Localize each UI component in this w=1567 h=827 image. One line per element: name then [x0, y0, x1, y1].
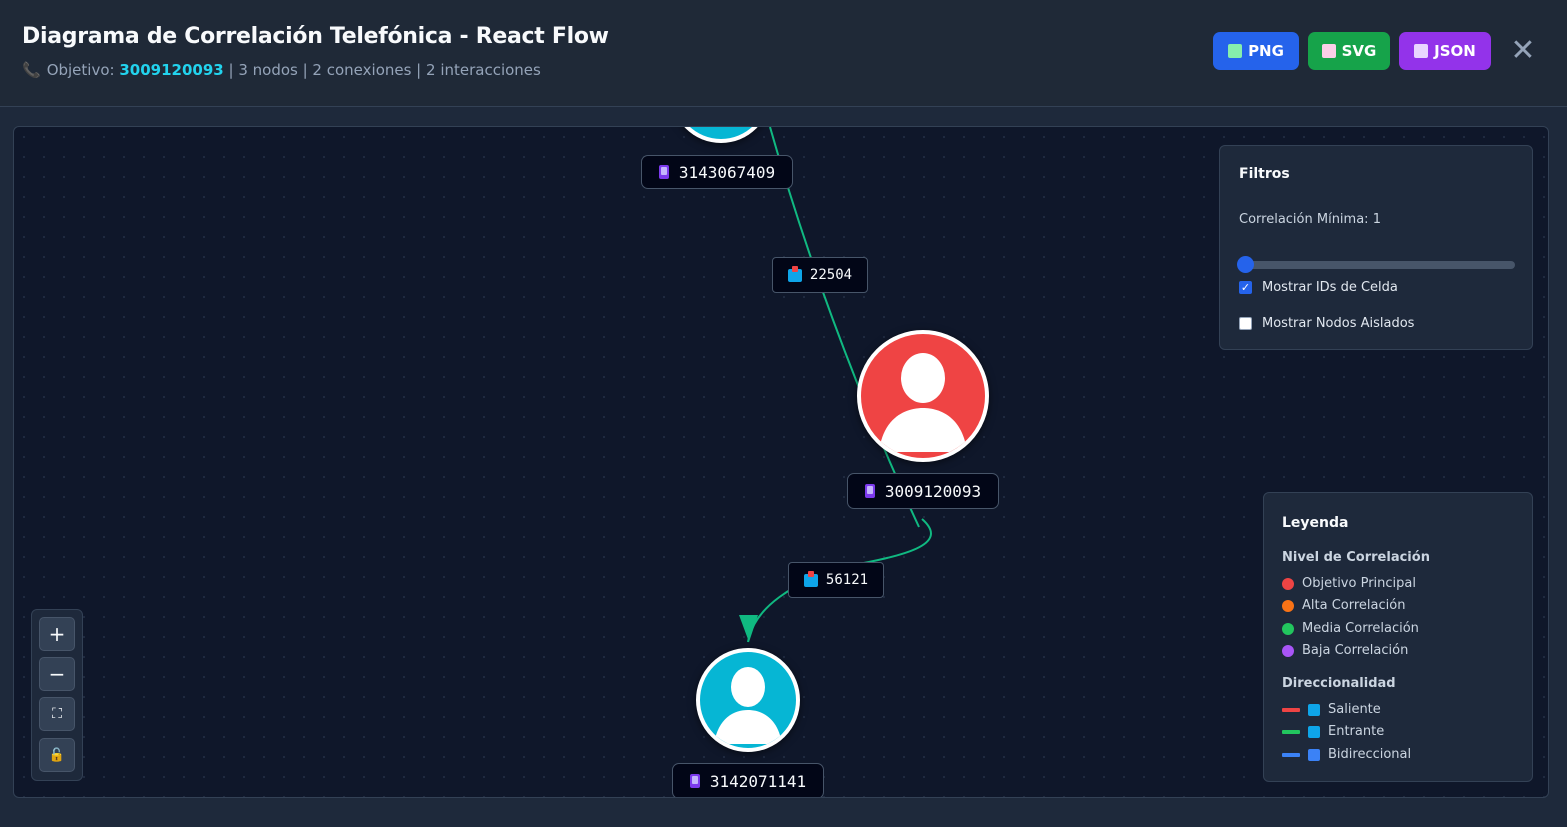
- edge-count: 56121: [825, 572, 869, 588]
- mobile-phone-icon: [864, 484, 875, 498]
- correlation-level-title: Nivel de Correlación: [1282, 550, 1430, 565]
- export-json-button[interactable]: JSON: [1399, 32, 1491, 70]
- legend-item-label: Baja Correlación: [1302, 643, 1409, 658]
- node-3142071141-avatar[interactable]: [696, 648, 800, 752]
- legend-item-label: Bidireccional: [1328, 747, 1412, 762]
- orange-dot-icon: [1282, 599, 1294, 612]
- legend-item: Objetivo Principal: [1282, 576, 1416, 591]
- export-png-label: PNG: [1248, 42, 1284, 60]
- legend-item: Baja Correlación: [1282, 643, 1408, 658]
- zoom-out-button[interactable]: −: [39, 657, 75, 691]
- node-label[interactable]: 3009120093: [847, 473, 999, 509]
- edge-label[interactable]: 56121: [788, 562, 884, 598]
- filters-panel: Filtros Correlación Mínima: 1 ✓ Mostrar …: [1219, 145, 1533, 350]
- user-icon: [714, 667, 782, 744]
- filters-title: Filtros: [1239, 166, 1290, 182]
- node-number: 3143067409: [678, 162, 776, 182]
- legend-item: Entrante: [1282, 724, 1384, 739]
- zoom-in-button[interactable]: +: [39, 617, 75, 651]
- image-icon: [1228, 44, 1243, 58]
- green-dot-icon: [1282, 622, 1294, 635]
- objective-value: 3009120093: [119, 61, 224, 79]
- show-cell-ids-checkbox[interactable]: ✓: [1239, 281, 1252, 294]
- node-number: 3009120093: [884, 481, 982, 501]
- min-correlation-slider[interactable]: [1237, 256, 1515, 273]
- close-icon[interactable]: ✕: [1508, 34, 1538, 68]
- mobile-phone-icon: [658, 165, 669, 179]
- header: Diagrama de Correlación Telefónica - Rea…: [0, 0, 1567, 107]
- edge-label[interactable]: 22504: [772, 257, 868, 293]
- outbox-icon: [1308, 703, 1320, 716]
- export-json-label: JSON: [1434, 42, 1476, 60]
- node-label[interactable]: 3143067409: [641, 155, 793, 189]
- summary-text: | 3 nodos | 2 conexiones | 2 interaccion…: [228, 61, 541, 79]
- legend-item: Media Correlación: [1282, 621, 1419, 636]
- show-cell-ids-option[interactable]: ✓ Mostrar IDs de Celda: [1239, 280, 1398, 295]
- show-cell-ids-label: Mostrar IDs de Celda: [1262, 280, 1398, 295]
- export-svg-button[interactable]: SVG: [1308, 32, 1390, 70]
- objective-label: Objetivo:: [46, 61, 115, 79]
- edge-path-1[interactable]: [769, 127, 920, 528]
- edge-count: 22504: [809, 267, 853, 283]
- phone-icon: 📞: [22, 61, 41, 79]
- legend-item-label: Alta Correlación: [1302, 598, 1406, 613]
- show-isolated-checkbox[interactable]: [1239, 317, 1252, 330]
- red-dot-icon: [1282, 577, 1294, 590]
- blue-line-icon: [1282, 752, 1300, 757]
- legend-item-label: Saliente: [1328, 702, 1381, 717]
- direction-title: Direccionalidad: [1282, 676, 1396, 691]
- fit-view-button[interactable]: ⛶: [39, 697, 75, 731]
- document-icon: [1414, 44, 1429, 58]
- node-label[interactable]: 3142071141: [672, 763, 824, 797]
- legend-item: Bidireccional: [1282, 747, 1411, 762]
- legend-item: Saliente: [1282, 702, 1381, 717]
- flow-canvas[interactable]: 3143067409 22504 3009120093 56121 314207…: [13, 126, 1549, 798]
- min-correlation-label: Correlación Mínima: 1: [1239, 212, 1381, 227]
- legend-title: Leyenda: [1282, 515, 1349, 531]
- export-png-button[interactable]: PNG: [1213, 32, 1299, 70]
- outbox-icon: [787, 265, 802, 282]
- mobile-phone-icon: [689, 774, 700, 788]
- chart-icon: [1321, 44, 1336, 58]
- outbox-icon: [803, 570, 818, 587]
- red-line-icon: [1282, 707, 1300, 712]
- page-title: Diagrama de Correlación Telefónica - Rea…: [22, 24, 609, 49]
- green-line-icon: [1282, 729, 1300, 734]
- slider-thumb[interactable]: [1237, 256, 1254, 273]
- legend-panel: Leyenda Nivel de Correlación Objetivo Pr…: [1263, 492, 1533, 782]
- node-number: 3142071141: [709, 771, 807, 791]
- zoom-controls: + − ⛶ 🔓: [31, 609, 83, 781]
- edge-arrow: [739, 615, 758, 642]
- inbox-icon: [1308, 725, 1320, 738]
- user-icon: [879, 353, 967, 452]
- lock-button[interactable]: 🔓: [39, 738, 75, 772]
- show-isolated-label: Mostrar Nodos Aislados: [1262, 316, 1415, 331]
- show-isolated-option[interactable]: Mostrar Nodos Aislados: [1239, 316, 1414, 331]
- purple-dot-icon: [1282, 644, 1294, 657]
- legend-item: Alta Correlación: [1282, 598, 1405, 613]
- legend-item-label: Entrante: [1328, 724, 1385, 739]
- refresh-icon: [1308, 748, 1320, 761]
- export-svg-label: SVG: [1341, 42, 1377, 60]
- node-3009120093-avatar[interactable]: [857, 330, 989, 462]
- page-subtitle: 📞 Objetivo: 3009120093 | 3 nodos | 2 cone…: [22, 61, 541, 79]
- legend-item-label: Media Correlación: [1302, 621, 1419, 636]
- legend-item-label: Objetivo Principal: [1302, 576, 1416, 591]
